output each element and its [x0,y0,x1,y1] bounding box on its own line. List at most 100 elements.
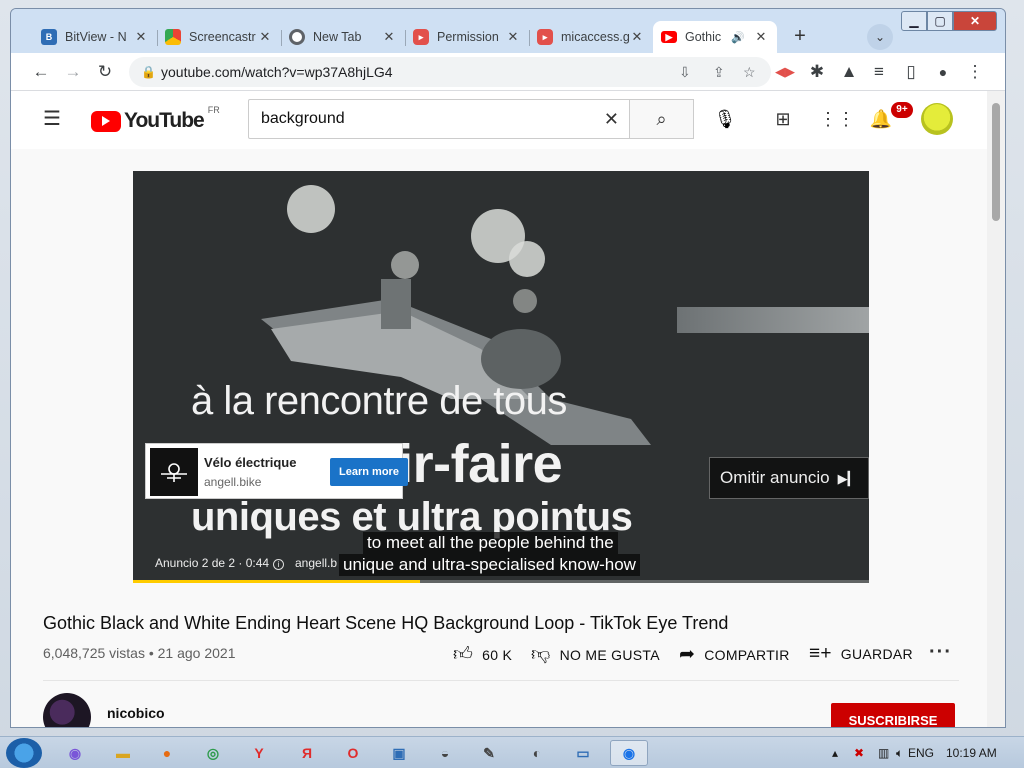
tab-list: B BitView - N ✕ Screencastr ✕ New Tab ✕ … [33,21,777,53]
hamburger-menu-icon[interactable]: ☰ [43,107,67,131]
chrome-menu-icon[interactable]: ⋮ [961,58,989,86]
search-input[interactable]: background ✕ [248,99,630,139]
ad-progress-bar[interactable] [133,580,869,583]
forward-button[interactable]: → [59,58,87,86]
taskbar-opera-icon[interactable]: O [334,740,372,766]
display-icon[interactable]: ▥ [878,737,889,768]
address-url[interactable]: youtube.com/watch?v=wp37A8hjLG4 [161,57,393,87]
voice-search-mic-icon[interactable]: 🎙 [711,105,739,133]
closed-captions: to meet all the people behind the unique… [339,532,640,576]
taskbar-chrome-icon[interactable]: ◎ [194,740,232,766]
taskbar-app2-icon[interactable]: ◐ [518,740,556,766]
ad-companion-card[interactable]: Vélo électrique angell.bike Learn more [145,443,408,499]
side-panel-icon[interactable]: ▯ [897,58,925,86]
screencastify-favicon-icon: ▸ [537,29,553,45]
thumbs-down-icon: 👎︎ [531,644,551,665]
notification-count-badge: 9+ [891,102,913,118]
start-button[interactable] [6,738,42,768]
clear-search-icon[interactable]: ✕ [604,100,619,138]
screencastify-favicon-icon: ▸ [413,29,429,45]
tab-title: New Tab [313,30,362,44]
minimize-button[interactable]: ▁ [901,11,927,31]
save-label: GUARDAR [840,646,913,662]
tab-title: Permission [437,30,499,44]
volume-icon[interactable]: 🔈︎ [896,737,903,768]
account-avatar[interactable] [921,103,953,135]
ad-site-link[interactable]: angell.b [295,556,337,570]
taskbar-app-icon[interactable]: ◒ [426,740,464,766]
scrollbar-thumb[interactable] [992,103,1000,221]
search-input-value[interactable]: background [261,100,345,138]
more-actions-icon[interactable]: ··· [929,641,952,664]
angell-logo-icon [150,448,198,496]
network-error-icon[interactable]: ✖ [854,737,864,768]
taskbar-bitview-icon[interactable]: ▣ [380,740,418,766]
maximize-button[interactable]: ▢ [927,11,953,31]
tab-title: Gothic [685,30,722,44]
tab-screencastr[interactable]: Screencastr ✕ [157,21,281,53]
channel-avatar[interactable] [43,693,91,727]
close-tab-icon[interactable]: ✕ [257,29,273,45]
tab-search-button[interactable]: ⌄ [867,24,893,50]
profile-avatar-icon[interactable]: ● [929,58,957,86]
screencastify-extension-icon[interactable]: ◀▶ [771,58,799,86]
clock[interactable]: 10:19 AM [946,737,997,768]
ad-info-icon[interactable]: i [273,559,285,570]
like-button[interactable]: 👍︎ 60 K [453,643,512,666]
learn-more-button[interactable]: Learn more [330,458,408,486]
share-icon[interactable]: ⇪ [713,57,725,87]
share-button[interactable]: ➦ COMPARTIR [679,643,790,666]
address-bar[interactable]: 🔒 youtube.com/watch?v=wp37A8hjLG4 ⇩ ⇪ ☆ [129,57,771,87]
back-button[interactable]: ← [27,58,55,86]
subtitle-line: unique and ultra-specialised know-how [339,554,640,576]
extensions-puzzle-icon[interactable]: ✱ [803,58,831,86]
close-tab-icon[interactable]: ✕ [381,29,397,45]
new-tab-button[interactable]: + [787,24,813,50]
bookmark-star-icon[interactable]: ☆ [743,57,756,87]
taskbar-yandex-icon[interactable]: Я [288,740,326,766]
reload-button[interactable]: ↻ [91,58,119,86]
close-tab-icon[interactable]: ✕ [629,29,645,45]
taskbar-firefox-icon[interactable]: ● [148,740,186,766]
taskbar-explorer-icon[interactable]: ▬ [104,740,142,766]
bike-frame-tube-image [677,307,869,333]
apps-grid-icon[interactable]: ⋮⋮ [819,105,855,133]
youtube-logo[interactable]: YouTube FR [91,105,220,133]
close-tab-icon[interactable]: ✕ [505,29,521,45]
show-hidden-icons[interactable]: ▴ [832,737,838,768]
windows-taskbar: ◉ ▬ ● ◎ Y Я O ▣ ◒ ✎ ◐ ▭ ◉ ▴ ✖ ▥ 🔈︎ ENG 1… [0,736,1024,768]
youtube-play-logo-icon [91,110,121,132]
thumbs-up-icon: 👍︎ [453,644,474,665]
close-window-button[interactable]: ✕ [953,11,997,31]
taskbar-yandex-browser-icon[interactable]: Y [240,740,278,766]
install-icon[interactable]: ⇩ [679,57,691,87]
tab-audio-icon[interactable]: 🔊 [731,31,745,44]
labs-flask-icon[interactable]: ▲ [835,58,863,86]
taskbar-chrome-active-icon[interactable]: ◉ [610,740,648,766]
media-queue-icon[interactable]: ≡ [865,58,893,86]
tab-permission[interactable]: ▸ Permission ✕ [405,21,529,53]
region-code: FR [207,105,220,115]
close-tab-icon[interactable]: ✕ [753,29,769,45]
subscribe-button[interactable]: SUSCRIBIRSE [831,703,955,727]
tab-new-tab[interactable]: New Tab ✕ [281,21,405,53]
save-button[interactable]: ≡+ GUARDAR [809,643,913,665]
channel-name[interactable]: nicobico [107,705,165,721]
taskbar-alice-icon[interactable]: ◉ [56,740,94,766]
create-video-icon[interactable]: ⊞ [769,105,797,133]
taskbar-monitor-icon[interactable]: ▭ [564,740,602,766]
dislike-button[interactable]: 👎︎ NO ME GUSTA [531,643,660,666]
share-label: COMPARTIR [704,646,790,663]
skip-ad-button[interactable]: Omitir anuncio ▶▎ [709,457,869,499]
tab-gothic-active[interactable]: ▶ Gothic 🔊 ✕ [653,21,777,53]
youtube-wordmark: YouTube [124,109,205,132]
language-indicator[interactable]: ENG [908,737,934,768]
search-button[interactable]: ⌕ [630,99,694,139]
video-player[interactable]: à la rencontre de tous les savoir-faire … [133,171,869,583]
tab-micaccess[interactable]: ▸ micaccess.g ✕ [529,21,653,53]
close-tab-icon[interactable]: ✕ [133,29,149,45]
taskbar-editor-icon[interactable]: ✎ [470,740,508,766]
page-scrollbar[interactable] [987,91,1005,727]
video-title: Gothic Black and White Ending Heart Scen… [43,613,729,633]
tab-bitview[interactable]: B BitView - N ✕ [33,21,157,53]
